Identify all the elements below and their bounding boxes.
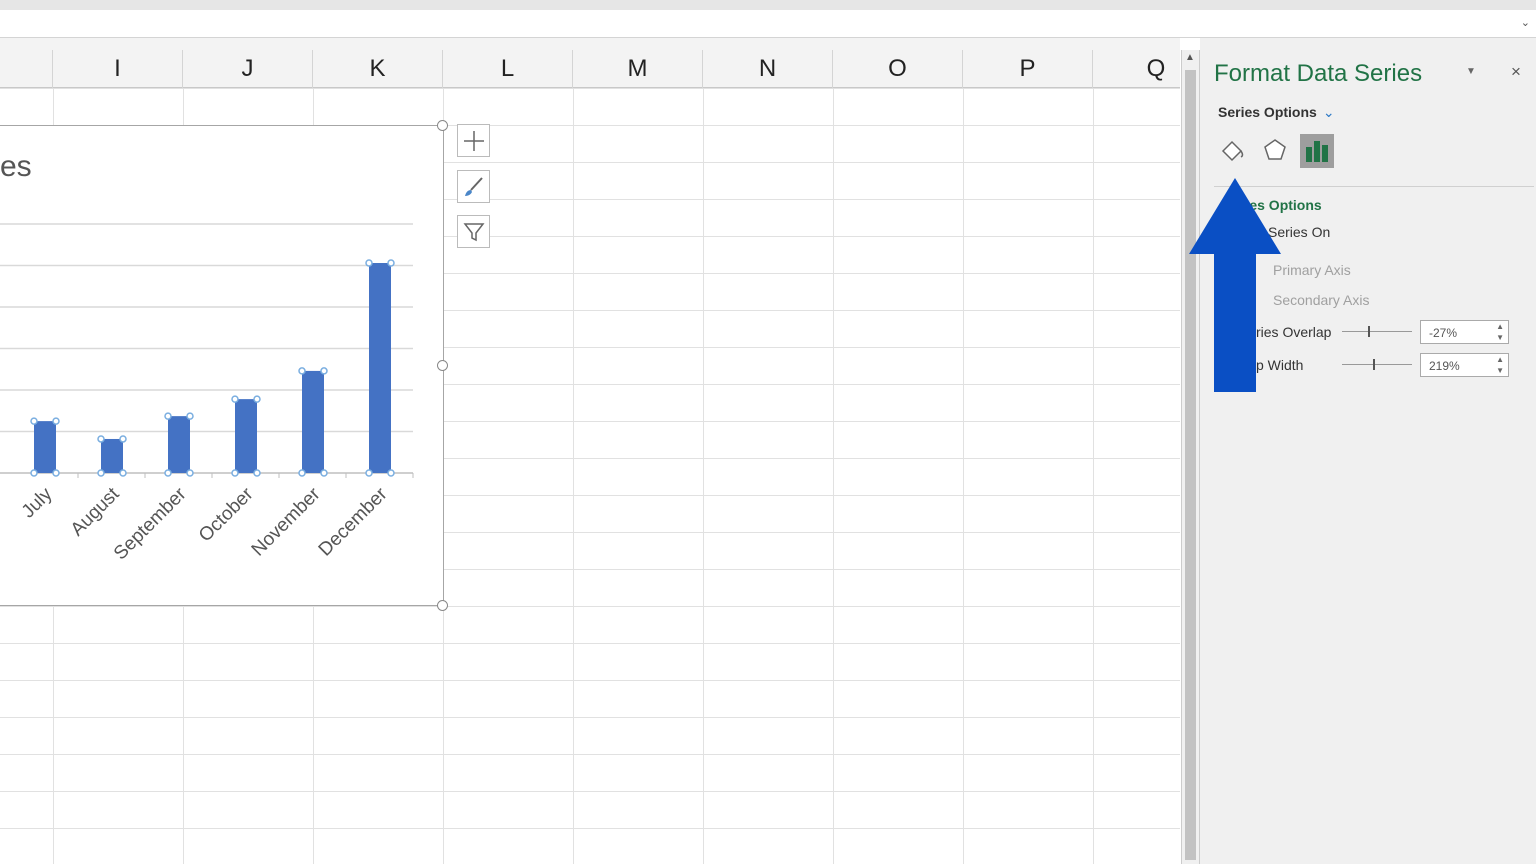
pane-title: Format Data Series xyxy=(1214,60,1423,87)
selection-handle xyxy=(52,469,60,477)
x-tick-label: July xyxy=(18,483,57,522)
selection-handle xyxy=(320,367,328,375)
bar-october[interactable] xyxy=(235,399,257,473)
plus-icon xyxy=(463,130,484,151)
expand-formula-bar-icon[interactable]: ⌄ xyxy=(1521,16,1530,29)
series-options-dropdown[interactable]: Series Options ⌄ xyxy=(1218,104,1335,121)
dropdown-label: Series Options xyxy=(1218,104,1317,120)
spinner-arrows[interactable]: ▲ ▼ xyxy=(1496,354,1504,376)
formula-bar[interactable]: ⌄ xyxy=(0,10,1536,38)
slider-knob[interactable] xyxy=(1372,359,1375,370)
column-header-K[interactable]: K xyxy=(313,50,443,88)
bar-july[interactable] xyxy=(34,421,56,473)
selection-handle xyxy=(52,417,60,425)
selection-handle xyxy=(253,469,261,477)
chart-filters-button[interactable] xyxy=(457,215,490,248)
filter-icon xyxy=(462,222,485,241)
chart-styles-button[interactable] xyxy=(457,170,490,203)
selection-handle xyxy=(30,469,38,477)
gap-width-slider[interactable] xyxy=(1342,359,1412,370)
column-header-I[interactable]: I xyxy=(53,50,183,88)
pane-options-icon[interactable]: ▼ xyxy=(1466,66,1476,77)
slider-knob[interactable] xyxy=(1368,326,1370,337)
scroll-up-icon[interactable]: ▲ xyxy=(1185,52,1195,63)
vertical-scrollbar[interactable]: ▲ xyxy=(1181,50,1200,864)
x-tick-label: August xyxy=(67,483,124,540)
selection-handle xyxy=(298,367,306,375)
column-header-P[interactable]: P xyxy=(963,50,1093,88)
brush-icon xyxy=(464,176,483,196)
selection-handle xyxy=(119,469,127,477)
bar-november[interactable] xyxy=(302,370,324,473)
bar-september[interactable] xyxy=(168,416,190,473)
selection-handle xyxy=(164,412,172,420)
x-tick-label: November xyxy=(248,483,325,560)
chart-plot[interactable]: July AugustSeptember OctoberNovemberDecemb… xyxy=(0,200,440,600)
pentagon-icon xyxy=(1264,139,1286,160)
chart-title[interactable]: es xyxy=(0,150,32,184)
close-pane-button[interactable]: × xyxy=(1511,62,1521,82)
series-overlap-slider[interactable] xyxy=(1342,326,1412,337)
paint-bucket-icon xyxy=(1221,140,1244,162)
selection-handle xyxy=(387,259,395,267)
gap-width-input[interactable]: 219% ▲ ▼ xyxy=(1420,353,1509,377)
column-header-O[interactable]: O xyxy=(833,50,963,88)
spacer xyxy=(0,38,1180,50)
resize-handle[interactable] xyxy=(437,120,448,131)
ribbon-edge xyxy=(0,0,1536,10)
selection-handle xyxy=(97,435,105,443)
selection-handle xyxy=(119,435,127,443)
format-data-series-pane: Format Data Series ▼ × Series Options ⌄ r… xyxy=(1200,38,1536,864)
column-header-M[interactable]: M xyxy=(573,50,703,88)
column-header-J[interactable]: J xyxy=(183,50,313,88)
chart-elements-button[interactable] xyxy=(457,124,490,157)
column-header-N[interactable]: N xyxy=(703,50,833,88)
selection-handle xyxy=(298,469,306,477)
column-headers: IJKLMNOPQ xyxy=(0,50,1220,88)
gap-value: 219% xyxy=(1429,359,1460,373)
selection-handle xyxy=(30,417,38,425)
selection-handle xyxy=(186,412,194,420)
selection-handle xyxy=(253,395,261,403)
x-tick-label: October xyxy=(195,483,258,546)
series-overlap-input[interactable]: -27% ▲ ▼ xyxy=(1420,320,1509,344)
x-tick-label: September xyxy=(110,483,191,564)
x-tick-label: December xyxy=(315,483,392,560)
overlap-value: -27% xyxy=(1429,326,1458,340)
selection-handle xyxy=(231,469,239,477)
annotation-arrow-up-icon xyxy=(1189,178,1281,392)
column-header-partial[interactable] xyxy=(0,50,53,88)
resize-handle[interactable] xyxy=(437,600,448,611)
tab-series-options[interactable] xyxy=(1300,134,1334,168)
bar-december[interactable] xyxy=(369,263,391,473)
primary-axis-radio[interactable]: Primary Axis xyxy=(1273,262,1351,278)
tab-effects[interactable] xyxy=(1258,134,1292,168)
selection-handle xyxy=(97,469,105,477)
tab-fill-line[interactable] xyxy=(1216,134,1250,168)
selection-handle xyxy=(231,395,239,403)
bar-chart-icon xyxy=(1306,141,1328,162)
selection-handle xyxy=(164,469,172,477)
chevron-down-icon: ⌄ xyxy=(1322,104,1335,120)
secondary-axis-radio[interactable]: Secondary Axis xyxy=(1273,292,1370,308)
selection-handle xyxy=(387,469,395,477)
selection-handle xyxy=(365,259,373,267)
selection-handle xyxy=(365,469,373,477)
selection-handle xyxy=(320,469,328,477)
bar-august[interactable] xyxy=(101,438,123,473)
column-header-L[interactable]: L xyxy=(443,50,573,88)
spinner-arrows[interactable]: ▲ ▼ xyxy=(1496,321,1504,343)
selection-handle xyxy=(186,469,194,477)
